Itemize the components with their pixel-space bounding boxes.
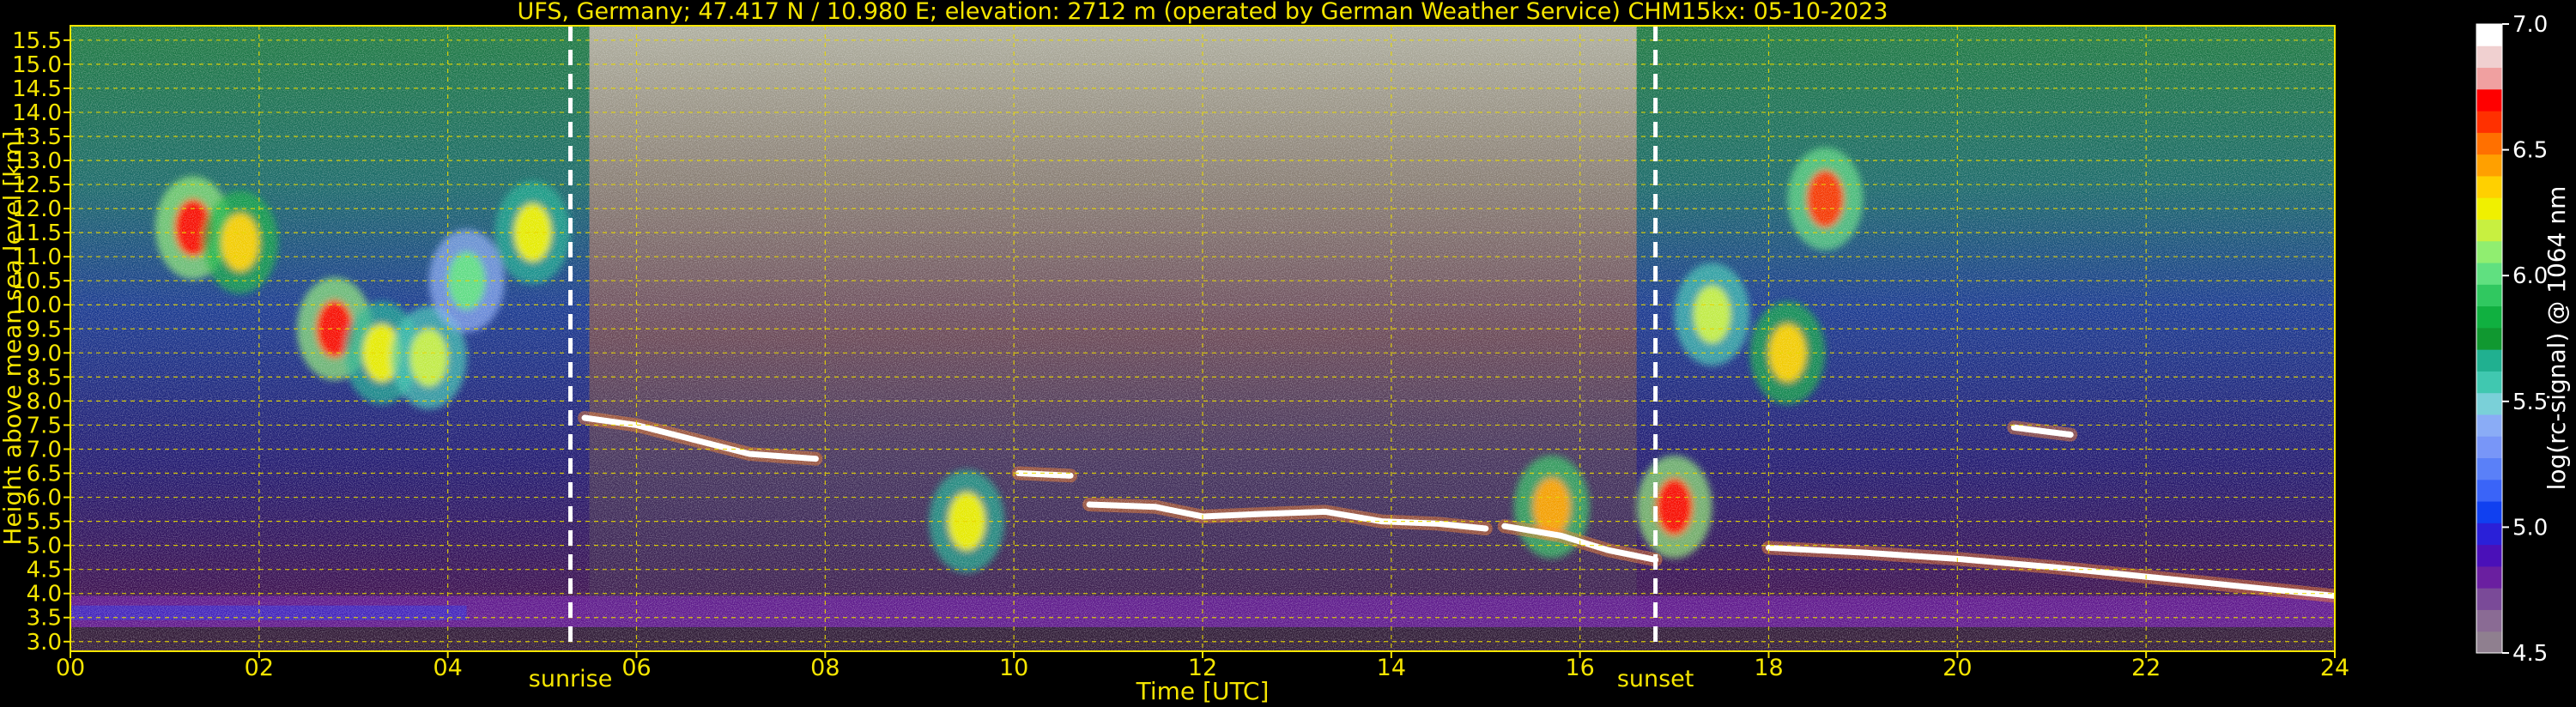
- colorbar-swatch: [2476, 111, 2502, 133]
- y-tick-label: 4.0: [27, 582, 62, 607]
- x-tick-label: 18: [1754, 655, 1783, 681]
- colorbar-swatch: [2476, 392, 2502, 415]
- y-tick-label: 7.5: [27, 413, 62, 438]
- colorbar-tick-label: 4.5: [2512, 641, 2548, 667]
- y-tick-label: 15.5: [12, 28, 62, 54]
- colorbar-swatch: [2476, 479, 2502, 502]
- x-tick-label: 22: [2131, 655, 2161, 681]
- x-tick-label: 16: [1565, 655, 1594, 681]
- colorbar-swatch: [2476, 609, 2502, 632]
- colorbar-swatch: [2476, 501, 2502, 523]
- colorbar-swatch: [2476, 88, 2502, 112]
- x-tick-label: 08: [810, 655, 839, 681]
- colorbar-swatch: [2476, 45, 2502, 69]
- x-tick-label: 10: [999, 655, 1028, 681]
- colorbar-swatch: [2476, 631, 2502, 654]
- plot-area: [70, 26, 2335, 651]
- y-tick-label: 4.5: [27, 558, 62, 583]
- y-tick-label: 14.0: [12, 100, 62, 126]
- colorbar-swatch: [2476, 588, 2502, 610]
- x-tick-label: 06: [621, 655, 651, 681]
- colorbar: 4.55.05.56.06.57.0 log(rc-signal) @ 1064…: [2476, 12, 2571, 667]
- colorbar-swatch: [2476, 240, 2502, 263]
- colorbar-swatch: [2476, 219, 2502, 242]
- y-tick-label: 3.5: [27, 606, 62, 631]
- y-tick-label: 6.5: [27, 462, 62, 487]
- y-tick-label: 15.0: [12, 52, 62, 78]
- x-tick-label: 00: [56, 655, 85, 681]
- y-tick-label: 5.0: [27, 534, 62, 559]
- sunrise-label: sunrise: [529, 666, 613, 692]
- y-tick-label: 7.0: [27, 437, 62, 462]
- colorbar-swatch: [2476, 67, 2502, 90]
- colorbar-swatch: [2476, 349, 2502, 372]
- x-axis-label: Time [UTC]: [1136, 677, 1270, 705]
- colorbar-swatch: [2476, 24, 2502, 46]
- colorbar-swatch: [2476, 457, 2502, 480]
- x-tick-label: 20: [1943, 655, 1972, 681]
- colorbar-swatch: [2476, 284, 2502, 307]
- y-tick-label: 3.0: [27, 630, 62, 656]
- x-tick-label: 04: [433, 655, 462, 681]
- colorbar-swatch: [2476, 305, 2502, 329]
- y-tick-label: 9.0: [27, 341, 62, 366]
- colorbar-tick-label: 5.0: [2512, 515, 2548, 541]
- colorbar-swatch: [2476, 175, 2502, 198]
- x-tick-label: 24: [2320, 655, 2349, 681]
- colorbar-swatch: [2476, 132, 2502, 155]
- colorbar-tick-label: 7.0: [2512, 12, 2548, 38]
- y-tick-label: 8.5: [27, 365, 62, 390]
- chart-title: UFS, Germany; 47.417 N / 10.980 E; eleva…: [518, 0, 1888, 25]
- colorbar-swatch: [2476, 371, 2502, 394]
- y-tick-label: 8.0: [27, 389, 62, 414]
- y-tick-label: 6.0: [27, 486, 62, 511]
- x-tick-label: 02: [245, 655, 274, 681]
- colorbar-tick-label: 6.5: [2512, 138, 2548, 164]
- colorbar-ticks: 4.55.05.56.06.57.0: [2502, 12, 2548, 667]
- y-tick-label: 5.5: [27, 510, 62, 535]
- colorbar-swatch: [2476, 544, 2502, 567]
- colorbar-swatch: [2476, 436, 2502, 459]
- colorbar-swatch: [2476, 414, 2502, 437]
- colorbar-swatch: [2476, 263, 2502, 285]
- y-axis-label: Height above mean sea level [km]: [0, 130, 27, 545]
- x-tick-label: 14: [1377, 655, 1406, 681]
- sunset-label: sunset: [1617, 666, 1694, 692]
- y-tick-label: 9.5: [27, 317, 62, 342]
- colorbar-swatch: [2476, 327, 2502, 350]
- ceilometer-figure: UFS, Germany; 47.417 N / 10.980 E; eleva…: [0, 0, 2571, 705]
- y-tick-label: 14.5: [12, 76, 62, 102]
- colorbar-swatch: [2476, 197, 2502, 220]
- colorbar-swatches: [2476, 24, 2502, 654]
- colorbar-swatch: [2476, 154, 2502, 177]
- colorbar-swatch: [2476, 523, 2502, 546]
- colorbar-label: log(rc-signal) @ 1064 nm: [2543, 186, 2571, 491]
- colorbar-swatch: [2476, 565, 2502, 589]
